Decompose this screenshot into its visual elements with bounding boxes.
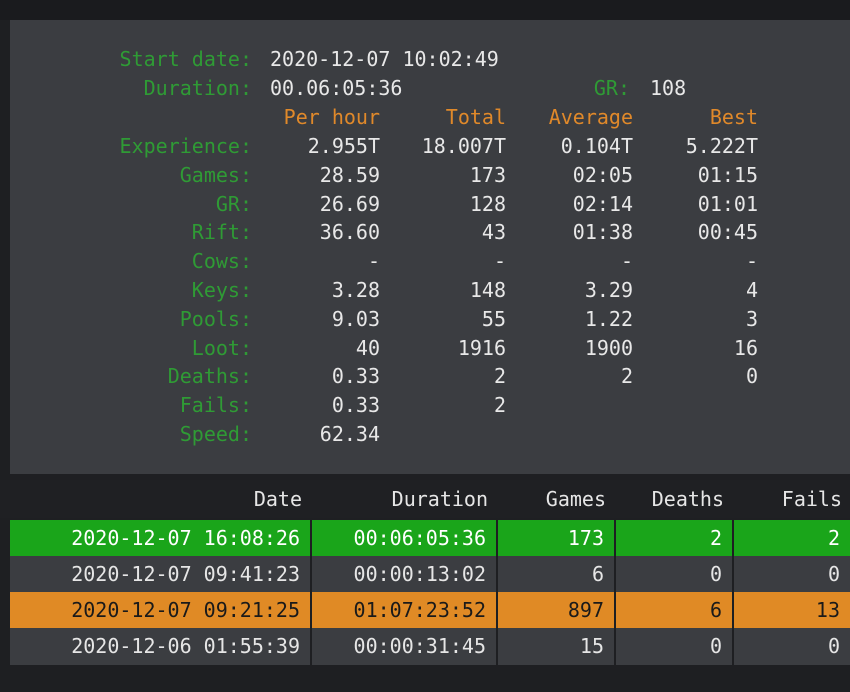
stat-label: Rift: <box>191 220 252 245</box>
stat-label: Loot: <box>191 335 252 360</box>
stat-value-best <box>640 391 758 420</box>
stat-value-per-hour: 0.33 <box>331 393 380 418</box>
stat-value-per-hour: 2.955T <box>307 134 380 158</box>
stat-value-average <box>515 391 633 420</box>
header-deaths[interactable]: Deaths <box>616 480 724 518</box>
cell-date: 2020-12-07 09:21:25 <box>10 592 312 629</box>
stat-value-average: 02:14 <box>572 191 633 216</box>
stat-value-best: 4 <box>745 278 758 302</box>
sessions-header-row: Date Duration Games Deaths Fails <box>0 480 850 518</box>
stat-value-average: 3.29 <box>584 278 633 302</box>
cell-deaths: 0 <box>616 556 734 593</box>
cell-date: 2020-12-07 09:41:23 <box>10 556 312 593</box>
start-date-label: Start date: <box>119 47 252 71</box>
stat-value-per-hour: 28.59 <box>319 162 380 187</box>
cell-games: 15 <box>498 628 616 665</box>
stat-value-per-hour: 3.28 <box>331 278 380 302</box>
stat-value-total <box>390 420 506 449</box>
stats-panel: Start date: 2020-12-07 10:02:49 Duration… <box>10 20 850 474</box>
stat-value-best: 5.222T <box>685 134 758 158</box>
cell-fails: 2 <box>734 520 850 557</box>
cell-deaths: 2 <box>616 520 734 557</box>
stat-label: GR: <box>215 191 252 216</box>
stat-value-average: 1900 <box>584 335 633 360</box>
stat-value-average: 02:05 <box>572 162 633 187</box>
stat-value-best <box>640 420 758 449</box>
stat-label: Pools: <box>179 306 252 331</box>
stat-value-best: 0 <box>745 364 758 389</box>
header-duration[interactable]: Duration <box>312 480 488 518</box>
stat-value-total: 148 <box>469 278 506 302</box>
header-games[interactable]: Games <box>498 480 606 518</box>
stat-label: Games: <box>179 162 252 187</box>
stat-value-best: 01:01 <box>697 191 758 216</box>
duration-label: Duration: <box>143 76 252 100</box>
stat-value-total: 18.007T <box>421 134 506 158</box>
cell-duration: 01:07:23:52 <box>312 592 498 629</box>
stat-value-best: 00:45 <box>697 220 758 245</box>
cell-date: 2020-12-07 16:08:26 <box>10 520 312 557</box>
cell-deaths: 6 <box>616 592 734 629</box>
stat-label: Keys: <box>191 278 252 302</box>
cell-duration: 00:06:05:36 <box>312 520 498 557</box>
cell-fails: 13 <box>734 592 850 629</box>
sessions-table: Date Duration Games Deaths Fails 2020-12… <box>0 480 850 692</box>
header-fails[interactable]: Fails <box>734 480 842 518</box>
session-row[interactable]: 2020-12-07 09:41:23 00:00:13:02 6 0 0 <box>10 556 850 593</box>
stat-value-total: - <box>493 249 506 274</box>
col-header-average: Average <box>548 105 633 129</box>
stat-value-average: - <box>620 249 633 274</box>
cell-games: 6 <box>498 556 616 593</box>
col-header-per-hour: Per hour <box>283 105 380 129</box>
duration-value: 00.06:05:36 <box>270 76 403 100</box>
col-header-total: Total <box>445 105 506 129</box>
stat-value-total: 2 <box>493 393 506 418</box>
cell-duration: 00:00:13:02 <box>312 556 498 593</box>
stat-label: Experience: <box>119 134 252 158</box>
stat-value-total: 2 <box>493 364 506 389</box>
start-date-value: 2020-12-07 10:02:49 <box>270 47 499 71</box>
gr-value: 108 <box>650 76 687 100</box>
cell-games: 173 <box>498 520 616 557</box>
stat-label: Deaths: <box>167 364 252 389</box>
window-top-strip <box>0 0 850 20</box>
stat-label: Fails: <box>179 393 252 418</box>
stat-value-average <box>515 420 633 449</box>
col-header-best: Best <box>709 105 758 129</box>
stat-value-total: 43 <box>481 220 506 245</box>
session-row[interactable]: 2020-12-06 01:55:39 00:00:31:45 15 0 0 <box>10 628 850 665</box>
stat-value-per-hour: 36.60 <box>319 220 380 245</box>
stat-value-per-hour: - <box>367 249 380 274</box>
stat-value-average: 01:38 <box>572 220 633 245</box>
stat-value-total: 128 <box>469 191 506 216</box>
header-date[interactable]: Date <box>10 480 302 518</box>
stat-value-per-hour: 9.03 <box>331 306 380 331</box>
stat-value-best: 16 <box>733 335 758 360</box>
gr-label: GR: <box>593 76 630 100</box>
stat-value-average: 1.22 <box>584 306 633 331</box>
stat-label: Speed: <box>179 422 252 446</box>
stat-value-average: 2 <box>620 364 633 389</box>
cell-fails: 0 <box>734 556 850 593</box>
stat-value-total: 1916 <box>457 335 506 360</box>
session-row[interactable]: 2020-12-07 09:21:25 01:07:23:52 897 6 13 <box>10 592 850 629</box>
stat-value-best: - <box>745 249 758 274</box>
cell-fails: 0 <box>734 628 850 665</box>
stat-value-total: 55 <box>481 306 506 331</box>
stat-value-per-hour: 62.34 <box>319 422 380 446</box>
stat-value-per-hour: 40 <box>355 335 380 360</box>
stat-value-best: 01:15 <box>697 162 758 187</box>
stat-value-per-hour: 0.33 <box>331 364 380 389</box>
stat-label: Cows: <box>191 249 252 274</box>
stat-value-per-hour: 26.69 <box>319 191 380 216</box>
stat-value-total: 173 <box>469 162 506 187</box>
cell-deaths: 0 <box>616 628 734 665</box>
stat-value-average: 0.104T <box>560 134 633 158</box>
session-row[interactable]: 2020-12-07 16:08:26 00:06:05:36 173 2 2 <box>10 520 850 557</box>
stat-value-best: 3 <box>745 306 758 331</box>
cell-date: 2020-12-06 01:55:39 <box>10 628 312 665</box>
cell-games: 897 <box>498 592 616 629</box>
cell-duration: 00:00:31:45 <box>312 628 498 665</box>
